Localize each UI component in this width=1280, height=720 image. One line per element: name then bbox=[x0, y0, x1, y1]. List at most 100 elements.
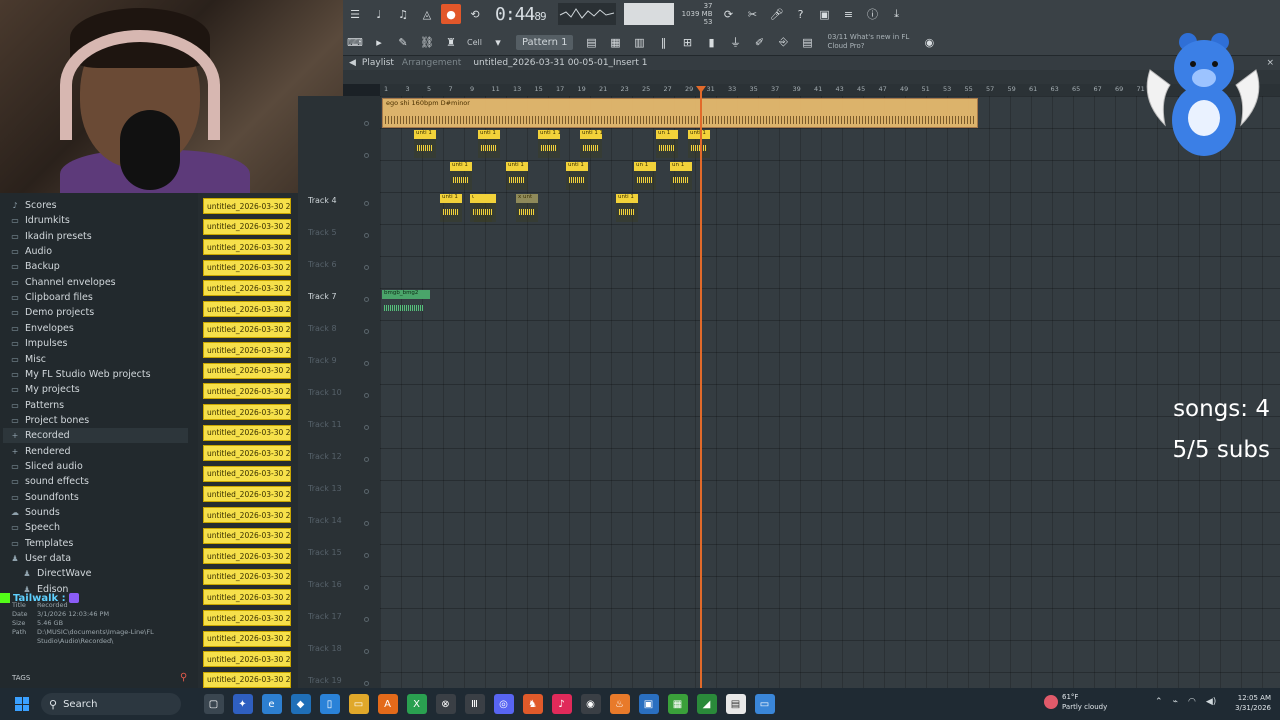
pattern-clip[interactable]: unti 1 bbox=[414, 130, 436, 158]
clip-list-item[interactable]: untitled_2026-03-30 23- bbox=[203, 404, 291, 420]
browser-item[interactable]: ▭ Project bones bbox=[10, 413, 89, 428]
browser-item[interactable]: ▭ Templates bbox=[10, 536, 73, 551]
news-icon[interactable]: ▤ bbox=[797, 32, 817, 52]
discord-icon[interactable]: ◎ bbox=[493, 694, 514, 714]
track-mute-led[interactable] bbox=[364, 681, 369, 686]
track-mute-led[interactable] bbox=[364, 553, 369, 558]
folder-icon[interactable]: ▭ bbox=[348, 694, 369, 714]
track-mute-led[interactable] bbox=[364, 297, 369, 302]
track-mute-led[interactable] bbox=[364, 585, 369, 590]
clip-list-item[interactable]: untitled_2026-03-30 23- bbox=[203, 527, 291, 544]
weather-widget[interactable]: 61°F Partly cloudy bbox=[1044, 692, 1107, 712]
track-label[interactable]: Track 11 bbox=[308, 408, 368, 440]
browser-item[interactable]: ▭ Backup bbox=[10, 259, 60, 274]
browser-item[interactable]: ▭ sound effects bbox=[10, 474, 89, 489]
browser-item[interactable]: ▭ Idrumkits bbox=[10, 213, 70, 228]
browser-item[interactable]: ▭ My projects bbox=[10, 382, 80, 397]
mixer-window-icon[interactable]: ‖ bbox=[653, 32, 673, 52]
reset-icon[interactable]: ⟳ bbox=[719, 4, 739, 24]
playlist-icon[interactable]: ▤ bbox=[581, 32, 601, 52]
track-mute-led[interactable] bbox=[364, 361, 369, 366]
keyboard-icon[interactable]: ⌨ bbox=[345, 32, 365, 52]
browser-item[interactable]: ▭ Audio bbox=[10, 244, 52, 259]
track-label[interactable]: Track 8 bbox=[308, 312, 368, 344]
store-icon[interactable]: ◆ bbox=[290, 694, 311, 714]
info-icon[interactable]: ⓘ bbox=[863, 4, 883, 24]
download-icon[interactable]: ⤓ bbox=[887, 4, 907, 24]
pattern-clip[interactable]: x unt bbox=[516, 194, 538, 222]
playhead[interactable] bbox=[700, 86, 702, 688]
obs-icon[interactable]: ◉ bbox=[580, 694, 601, 714]
browser-item[interactable]: ▭ Clipboard files bbox=[10, 290, 93, 305]
browser-subitem[interactable]: ♟ Edison bbox=[22, 582, 68, 597]
pattern-song-toggle[interactable]: ♫ bbox=[393, 4, 413, 24]
taskbar-search[interactable]: ⚲ Search bbox=[41, 693, 181, 715]
clip-list-item[interactable]: untitled_2026-03-30 23- bbox=[203, 259, 291, 276]
pattern-clip[interactable]: unti 1 bbox=[478, 130, 500, 158]
browser-item[interactable]: ▭ Ikadin presets bbox=[10, 229, 92, 244]
pattern-clip[interactable]: unti 1 bbox=[616, 194, 638, 222]
track-mute-led[interactable] bbox=[364, 393, 369, 398]
spreadsheet-icon[interactable]: ▦ bbox=[667, 694, 688, 714]
browser-item[interactable]: ▭ My FL Studio Web projects bbox=[10, 367, 150, 382]
clip-list-item[interactable]: untitled_2026-03-30 23- bbox=[203, 589, 291, 606]
clip-list-item[interactable]: untitled_2026-03-30 23- bbox=[203, 568, 291, 585]
volume-icon[interactable]: ◀︎) bbox=[1206, 697, 1216, 707]
clip-list-item[interactable]: untitled_2026-03-30 23- bbox=[203, 610, 291, 626]
clip-list-item[interactable]: untitled_2026-03-30 23- bbox=[203, 342, 291, 359]
close-icon[interactable]: × bbox=[1266, 58, 1274, 68]
track-mute-led[interactable] bbox=[364, 617, 369, 622]
play-mode-icon[interactable]: ♩ bbox=[369, 4, 389, 24]
browser-item[interactable]: ▭ Patterns bbox=[10, 398, 64, 413]
arrangement-name[interactable]: untitled_2026-03-31 00-05-01_Insert 1 bbox=[473, 58, 647, 68]
ableton-icon[interactable]: ⊗ bbox=[435, 694, 456, 714]
copilot-icon[interactable]: ✦ bbox=[232, 694, 253, 714]
browser-item[interactable]: ♟ User data bbox=[10, 551, 71, 566]
piano-roll-icon[interactable]: ▥ bbox=[629, 32, 649, 52]
pattern-clip[interactable]: unti 1 1 bbox=[580, 130, 602, 158]
snap-dropdown-icon[interactable]: ▾ bbox=[488, 32, 508, 52]
clip-list-item[interactable]: untitled_2026-03-30 23- bbox=[203, 383, 291, 400]
track-mute-led[interactable] bbox=[364, 649, 369, 654]
help-icon[interactable]: ? bbox=[791, 4, 811, 24]
browser-item[interactable]: ♪ Scores bbox=[10, 198, 56, 213]
pattern-clip[interactable]: unti 1 bbox=[450, 162, 472, 190]
track-label[interactable]: Track 19 bbox=[308, 664, 368, 688]
account-icon[interactable]: ◉ bbox=[919, 32, 939, 52]
pattern-selector[interactable]: Pattern 1 bbox=[515, 34, 574, 50]
clip-list-item[interactable]: untitled_2026-03-30 23- bbox=[203, 218, 291, 235]
record-button[interactable]: ● bbox=[441, 4, 461, 24]
track-mute-led[interactable] bbox=[364, 329, 369, 334]
clip-list-item[interactable]: untitled_2026-03-30 23- bbox=[203, 630, 291, 647]
arrow-icon[interactable]: ▸ bbox=[369, 32, 389, 52]
browser-item[interactable]: ▭ Envelopes bbox=[10, 321, 74, 336]
clip-list-item[interactable]: untitled_2026-03-30 23- bbox=[203, 301, 291, 317]
clip-list-item[interactable]: untitled_2026-03-30 23- bbox=[203, 465, 291, 482]
track-mute-led[interactable] bbox=[364, 201, 369, 206]
fl-studio-icon[interactable]: ♨ bbox=[609, 694, 630, 714]
channel-rack-icon[interactable]: ▦ bbox=[605, 32, 625, 52]
pattern-clip[interactable]: unti 1 bbox=[440, 194, 462, 222]
browser-item[interactable]: + Rendered bbox=[10, 444, 71, 459]
pencil-icon[interactable]: ✎ bbox=[393, 32, 413, 52]
track-label[interactable]: Track 10 bbox=[308, 376, 368, 408]
browser-item[interactable]: ▭ Impulses bbox=[10, 336, 67, 351]
clip-list-item[interactable]: untitled_2026-03-30 23- bbox=[203, 548, 291, 565]
browser-item[interactable]: ▭ Demo projects bbox=[10, 305, 94, 320]
link-icon[interactable]: ⛓ bbox=[417, 32, 437, 52]
taskbar-clock[interactable]: 12:05 AM 3/31/2026 bbox=[1226, 693, 1271, 713]
task-view-icon[interactable]: ▢ bbox=[203, 694, 224, 714]
track-label[interactable]: Track 14 bbox=[308, 504, 368, 536]
track-mute-led[interactable] bbox=[364, 457, 369, 462]
plug-icon[interactable]: ⎆ bbox=[773, 32, 793, 52]
browser-item[interactable]: ☁ Sounds bbox=[10, 505, 60, 520]
edge-icon[interactable]: e bbox=[261, 694, 282, 714]
nvidia-icon[interactable]: ◢ bbox=[696, 694, 717, 714]
browser-item[interactable]: ▭ Sliced audio bbox=[10, 459, 83, 474]
clip-list-item[interactable]: untitled_2026-03-30 23- bbox=[203, 280, 291, 297]
tags-label[interactable]: TAGS bbox=[12, 674, 30, 682]
clip-list-item[interactable]: untitled_2026-03-30 23- bbox=[203, 507, 291, 523]
browser-subitem[interactable]: ♟ DirectWave bbox=[22, 566, 91, 581]
snap-selector[interactable]: Cell bbox=[467, 38, 482, 47]
speaker-icon[interactable]: ◀ bbox=[349, 58, 356, 68]
